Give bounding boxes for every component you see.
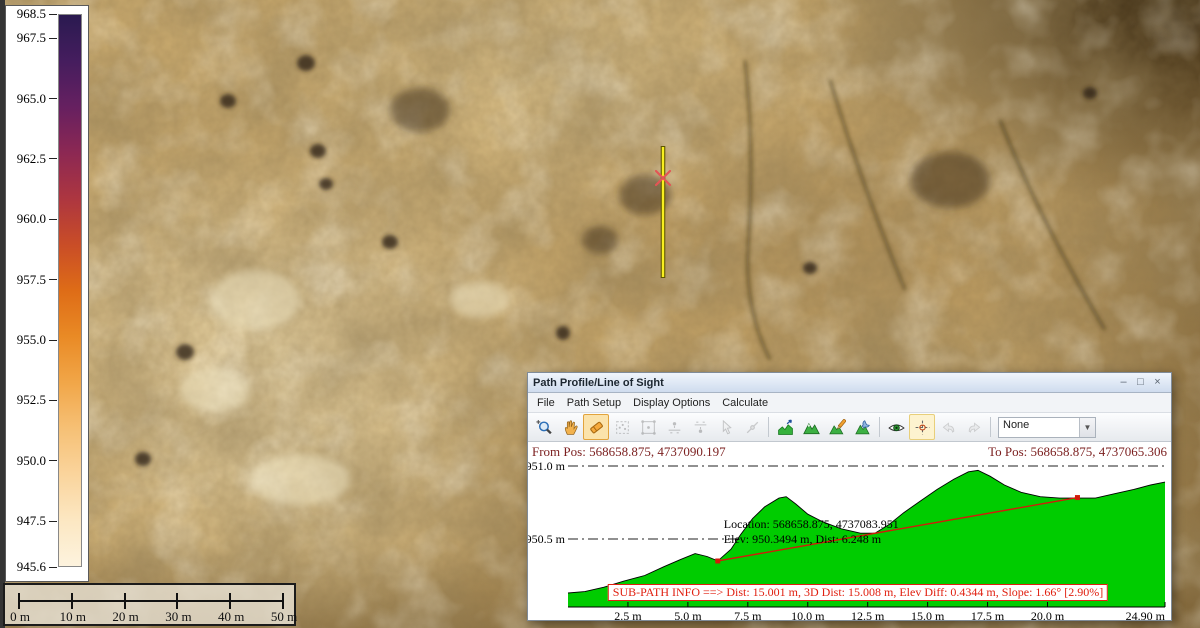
menu-calculate[interactable]: Calculate [716, 395, 774, 411]
profile-chart-area[interactable]: 951.0 m 950.5 m 2.5 m 5.0 m 7.5 m 10.0 m 12.5 … [528, 462, 1171, 620]
y-axis-label: 950.5 m [528, 532, 566, 546]
scalebar-tick [176, 593, 178, 609]
terrain-edit-tool-icon[interactable] [824, 414, 850, 440]
menu-display-options[interactable]: Display Options [627, 395, 716, 411]
next-path-tool-icon [961, 414, 987, 440]
scalebar-tick [18, 593, 20, 609]
colorbar-tick [49, 38, 57, 39]
scalebar-label: 30 m [165, 609, 191, 625]
colorbar-tick-label: 952.5 [6, 392, 46, 408]
colorbar-gradient [58, 14, 82, 567]
map-scalebar: 0 m 10 m 20 m 30 m 40 m 50 m [3, 583, 296, 626]
scalebar-tick [71, 593, 73, 609]
menu-path-setup[interactable]: Path Setup [561, 395, 627, 411]
x-axis-label: 7.5 m [734, 609, 762, 623]
toolbar-separator [768, 417, 769, 437]
x-axis-label: 17.5 m [971, 609, 1005, 623]
x-axis-label: 20.0 m [1031, 609, 1065, 623]
colorbar-tick-label: 967.5 [6, 30, 46, 46]
colorbar-tick [49, 460, 57, 461]
select-points-tool-icon [635, 414, 661, 440]
toolbar: None▼ [528, 413, 1171, 442]
colorbar-tick [49, 279, 57, 280]
path-profile-window: Path Profile/Line of Sight –□× FilePath … [527, 372, 1172, 621]
colorbar-tick [49, 567, 57, 568]
colorbar-tick-label: 955.0 [6, 332, 46, 348]
menu-bar: FilePath SetupDisplay OptionsCalculate [528, 393, 1171, 413]
terrain-settings-tool-icon[interactable] [850, 414, 876, 440]
x-axis-label: 15.0 m [911, 609, 945, 623]
colorbar-tick-label: 968.5 [6, 6, 46, 22]
layer-dropdown[interactable]: None▼ [998, 417, 1096, 438]
scalebar-line [19, 600, 284, 602]
scalebar-tick [124, 593, 126, 609]
subpath-info-box: SUB-PATH INFO ==> Dist: 15.001 m, 3D Dis… [608, 584, 1108, 601]
to-pos-label: To Pos: 568658.875, 4737065.306 [988, 444, 1167, 462]
scalebar-label: 10 m [60, 609, 86, 625]
colorbar-tick [49, 14, 57, 15]
x-axis-label: 5.0 m [674, 609, 702, 623]
minimize-button[interactable]: – [1115, 374, 1132, 391]
scalebar-label: 20 m [112, 609, 138, 625]
pick-point-tool-icon [713, 414, 739, 440]
colorbar-tick [49, 400, 57, 401]
layer-dropdown-value: None [999, 418, 1079, 437]
location-annotation-line: Elev: 950.3494 m, Dist: 6.248 m [724, 532, 882, 546]
colorbar-tick [49, 340, 57, 341]
x-axis-label: 12.5 m [851, 609, 885, 623]
elevation-colorbar-panel: 968.5 967.5 965.0 962.5 960.0 957.5 955.0 952.5… [5, 5, 89, 582]
los-endpoint-marker[interactable] [1075, 495, 1080, 500]
colorbar-tick-label: 947.5 [6, 513, 46, 529]
colorbar-tick-label: 965.0 [6, 91, 46, 107]
pan-tool-icon[interactable] [557, 414, 583, 440]
map-viewport: 968.5 967.5 965.0 962.5 960.0 957.5 955.0 952.5… [0, 0, 1200, 628]
upper-point-tool-icon [661, 414, 687, 440]
scalebar-label: 50 m [271, 609, 297, 625]
previous-path-tool-icon [935, 414, 961, 440]
segment-tool-icon [739, 414, 765, 440]
colorbar-tick-label: 962.5 [6, 151, 46, 167]
colorbar-tick-label: 960.0 [6, 211, 46, 227]
x-axis-label: 2.5 m [614, 609, 642, 623]
zoom-tool-icon[interactable] [531, 414, 557, 440]
location-annotation-line: Location: 568658.875, 4737083.951 [724, 517, 899, 531]
from-pos-label: From Pos: 568658.875, 4737090.197 [532, 444, 726, 462]
scalebar-label: 0 m [10, 609, 30, 625]
crosshair-tool-icon[interactable] [909, 414, 935, 440]
colorbar-tick-label: 950.0 [6, 453, 46, 469]
line-of-sight-tool-icon[interactable] [883, 414, 909, 440]
los-endpoint-marker[interactable] [715, 558, 720, 563]
y-axis-label: 951.0 m [528, 462, 566, 473]
dropdown-arrow-icon[interactable]: ▼ [1079, 418, 1095, 437]
profile-chart-tool-icon[interactable] [772, 414, 798, 440]
maximize-button[interactable]: □ [1132, 374, 1149, 391]
scalebar-tick [282, 593, 284, 609]
colorbar-tick [49, 98, 57, 99]
toolbar-separator [990, 417, 991, 437]
colorbar-tick [49, 158, 57, 159]
colorbar-tick-label: 957.5 [6, 272, 46, 288]
toolbar-separator [879, 417, 880, 437]
colorbar-tick [49, 219, 57, 220]
terrain-view-tool-icon[interactable] [798, 414, 824, 440]
position-row: From Pos: 568658.875, 4737090.197 To Pos… [528, 442, 1171, 462]
colorbar-tick [49, 521, 57, 522]
x-axis-label: 24.90 m [1126, 609, 1166, 623]
measure-tool-icon[interactable] [583, 414, 609, 440]
colorbar-tick-label: 945.6 [6, 559, 46, 575]
scalebar-tick [229, 593, 231, 609]
window-titlebar[interactable]: Path Profile/Line of Sight –□× [528, 373, 1171, 393]
scalebar-label: 40 m [218, 609, 244, 625]
menu-file[interactable]: File [531, 395, 561, 411]
close-button[interactable]: × [1149, 374, 1166, 391]
select-region-tool-icon [609, 414, 635, 440]
lower-point-tool-icon [687, 414, 713, 440]
x-axis-label: 10.0 m [791, 609, 825, 623]
window-title: Path Profile/Line of Sight [533, 377, 1115, 389]
